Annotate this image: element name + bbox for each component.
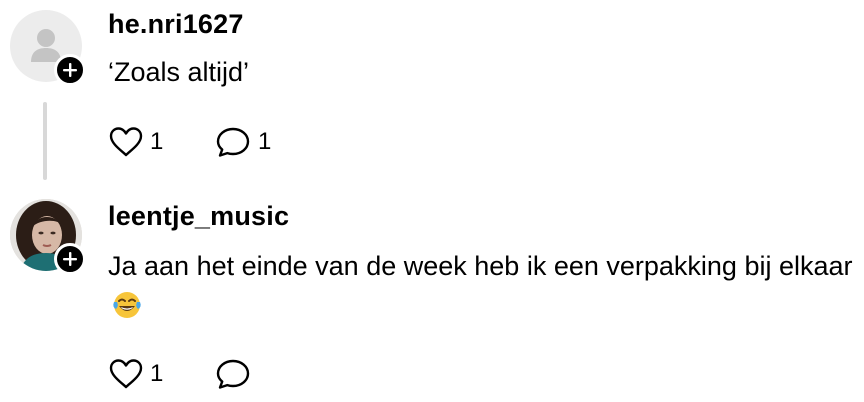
comment-text: ‘Zoals altijd’	[108, 57, 250, 87]
thread-line	[43, 102, 47, 180]
tears-of-joy-emoji	[112, 290, 142, 331]
comment-bubble-icon	[216, 127, 250, 157]
like-button[interactable]: 1	[108, 126, 163, 158]
username[interactable]: he.nri1627	[108, 8, 244, 40]
avatar-container[interactable]	[10, 199, 86, 275]
reply-button[interactable]: 1	[216, 126, 271, 158]
reply-count: 1	[258, 128, 272, 155]
heart-icon	[109, 127, 143, 157]
follow-button[interactable]	[54, 54, 86, 86]
plus-icon	[63, 252, 77, 266]
like-button[interactable]: 1	[108, 358, 163, 390]
comment-item: leentje_music Ja aan het einde van de we…	[0, 186, 864, 402]
comment-actions: 1 1	[108, 126, 271, 158]
comment-text: Ja aan het einde van de week heb ik een …	[108, 246, 858, 331]
username[interactable]: leentje_music	[108, 200, 289, 232]
avatar-container[interactable]	[10, 10, 86, 86]
comment-text-body: Ja aan het einde van de week heb ik een …	[108, 251, 853, 281]
heart-icon	[109, 359, 143, 389]
like-count: 1	[150, 360, 164, 387]
comment-actions: 1	[108, 358, 250, 390]
plus-icon	[63, 63, 77, 77]
follow-button[interactable]	[54, 243, 86, 275]
comment-bubble-icon	[216, 359, 250, 389]
like-count: 1	[150, 128, 164, 155]
reply-button[interactable]	[216, 358, 258, 390]
comment-item: he.nri1627 ‘Zoals altijd’ 1 1	[0, 0, 864, 186]
